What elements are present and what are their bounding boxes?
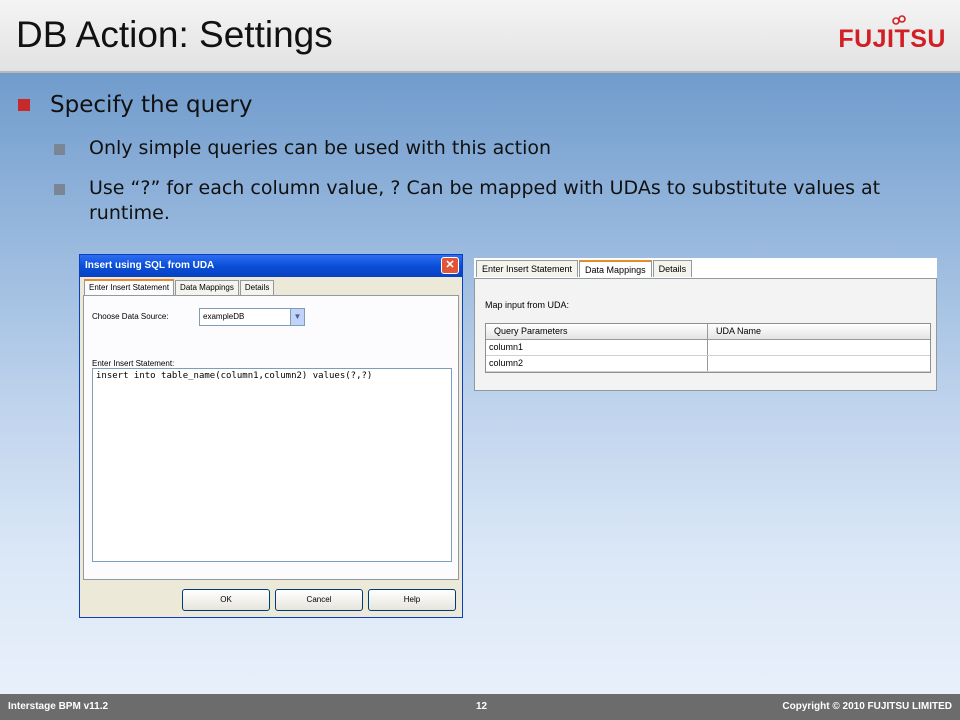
dialog-tabs: Enter Insert Statement Data Mappings Det… — [84, 279, 275, 295]
mapping-table: Query Parameters UDA Name column1 column… — [485, 323, 931, 373]
sub-bullet: Only simple queries can be used with thi… — [54, 136, 934, 161]
map-input-label: Map input from UDA: — [485, 300, 570, 310]
query-parameter-cell[interactable]: column2 — [486, 356, 708, 371]
help-button[interactable]: Help — [368, 589, 456, 611]
insert-statement-label: Enter Insert Statement: — [92, 359, 175, 368]
chevron-down-icon[interactable]: ▼ — [290, 309, 304, 325]
tab-details[interactable]: Details — [652, 260, 693, 277]
footer-product: Interstage BPM v11.2 — [8, 701, 109, 712]
data-source-value: exampleDB — [203, 312, 245, 321]
uda-name-cell[interactable] — [708, 340, 930, 355]
dialog-title-bar: Insert using SQL from UDA ✕ — [80, 255, 462, 277]
column-header-query-parameters[interactable]: Query Parameters — [486, 324, 708, 339]
sub-bullet: Use “?” for each column value, ? Can be … — [54, 176, 934, 226]
mapping-tabs: Enter Insert Statement Data Mappings Det… — [476, 260, 693, 277]
insert-sql-dialog: Insert using SQL from UDA ✕ Enter Insert… — [79, 254, 463, 618]
tab-enter-insert-statement[interactable]: Enter Insert Statement — [84, 279, 175, 295]
sub-bullet-text: Only simple queries can be used with thi… — [89, 137, 552, 159]
uda-name-cell[interactable] — [708, 356, 930, 371]
page-number: 12 — [476, 701, 488, 712]
data-source-select[interactable]: exampleDB ▼ — [199, 308, 305, 326]
tab-enter-insert-statement[interactable]: Enter Insert Statement — [476, 260, 579, 277]
fujitsu-logo: FUJITSU — [838, 25, 946, 53]
tab-panel: Choose Data Source: exampleDB ▼ Enter In… — [83, 295, 459, 580]
column-header-uda-name[interactable]: UDA Name — [708, 324, 930, 339]
insert-statement-textarea[interactable]: insert into table_name(column1,column2) … — [92, 368, 452, 562]
dialog-title: Insert using SQL from UDA — [85, 260, 215, 271]
footer-copyright: Copyright © 2010 FUJITSU LIMITED — [782, 701, 952, 712]
main-bullet: Specify the query — [18, 92, 252, 118]
table-row[interactable]: column1 — [486, 340, 930, 356]
tab-data-mappings[interactable]: Data Mappings — [175, 280, 239, 295]
bullet-square-icon — [18, 99, 30, 111]
close-icon[interactable]: ✕ — [441, 257, 459, 274]
ok-button[interactable]: OK — [182, 589, 270, 611]
cancel-button[interactable]: Cancel — [275, 589, 363, 611]
table-header: Query Parameters UDA Name — [486, 324, 930, 340]
footer-bar: Interstage BPM v11.2 12 Copyright © 2010… — [0, 694, 960, 720]
query-parameter-cell[interactable]: column1 — [486, 340, 708, 355]
bullet-square-icon — [54, 144, 65, 155]
main-bullet-text: Specify the query — [50, 92, 253, 118]
title-bar: DB Action: Settings FUJITSU — [0, 0, 960, 73]
table-row[interactable]: column2 — [486, 356, 930, 372]
slide-title: DB Action: Settings — [16, 14, 333, 55]
slide: DB Action: Settings FUJITSU Specify the … — [0, 0, 960, 720]
sub-bullet-text: Use “?” for each column value, ? Can be … — [89, 177, 881, 224]
mapping-body: Map input from UDA: Query Parameters UDA… — [474, 278, 937, 391]
choose-data-source-label: Choose Data Source: — [92, 312, 169, 321]
data-mappings-panel: Enter Insert Statement Data Mappings Det… — [474, 258, 937, 391]
tab-data-mappings[interactable]: Data Mappings — [579, 260, 652, 277]
tab-details[interactable]: Details — [239, 280, 275, 295]
bullet-square-icon — [54, 184, 65, 195]
